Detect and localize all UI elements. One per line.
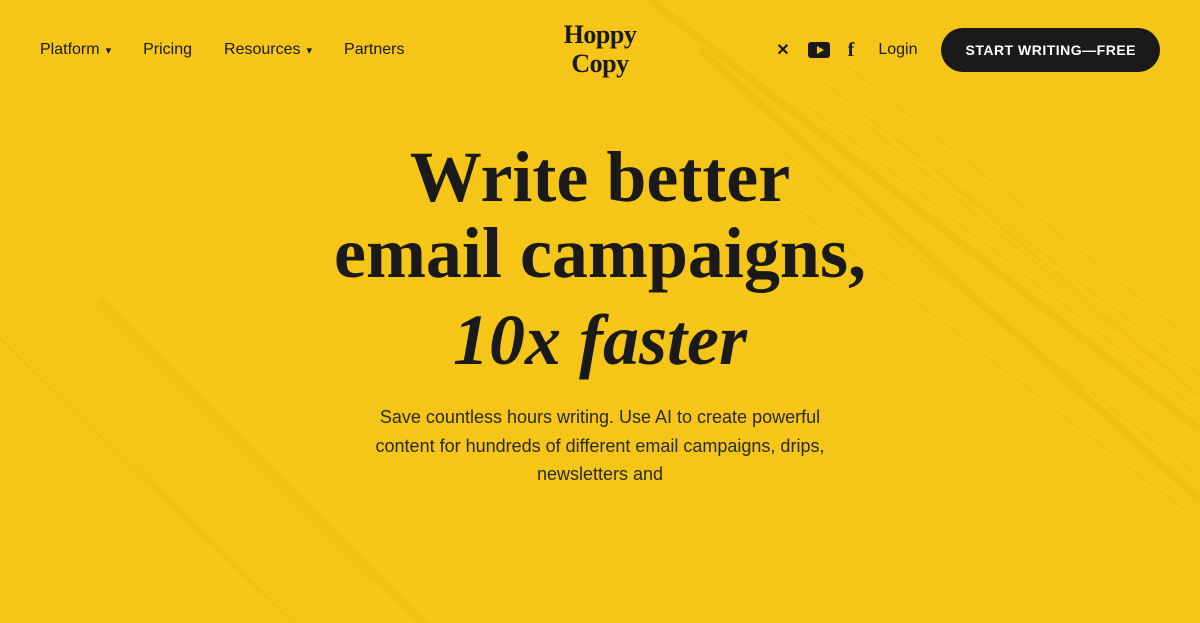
navbar: Platform ▾ Pricing Resources ▾ Partners …	[0, 0, 1200, 100]
nav-pricing[interactable]: Pricing	[143, 41, 192, 59]
nav-right: ✕ f Login START WRITING—FREE	[776, 28, 1160, 72]
nav-platform[interactable]: Platform ▾	[40, 41, 111, 59]
login-link[interactable]: Login	[878, 41, 917, 59]
twitter-x-icon[interactable]: ✕	[776, 40, 789, 60]
hero-headline-line1: Write better email campaigns,	[334, 140, 866, 291]
youtube-icon[interactable]	[808, 42, 830, 58]
platform-chevron-icon: ▾	[106, 44, 112, 57]
nav-left: Platform ▾ Pricing Resources ▾ Partners	[40, 41, 405, 59]
hero-headline-line3: 10x faster	[453, 303, 747, 379]
logo[interactable]: Hoppy Copy	[564, 21, 637, 78]
cta-button[interactable]: START WRITING—FREE	[941, 28, 1160, 72]
hero-subtext: Save countless hours writing. Use AI to …	[360, 403, 840, 489]
resources-chevron-icon: ▾	[307, 44, 313, 57]
nav-partners[interactable]: Partners	[344, 41, 404, 59]
logo-text: Hoppy Copy	[564, 21, 637, 78]
page-wrapper: Platform ▾ Pricing Resources ▾ Partners …	[0, 0, 1200, 623]
social-icons: ✕ f	[776, 39, 854, 62]
nav-resources[interactable]: Resources ▾	[224, 41, 312, 59]
hero-section: Write better email campaigns, 10x faster…	[0, 100, 1200, 489]
facebook-icon[interactable]: f	[848, 39, 855, 62]
